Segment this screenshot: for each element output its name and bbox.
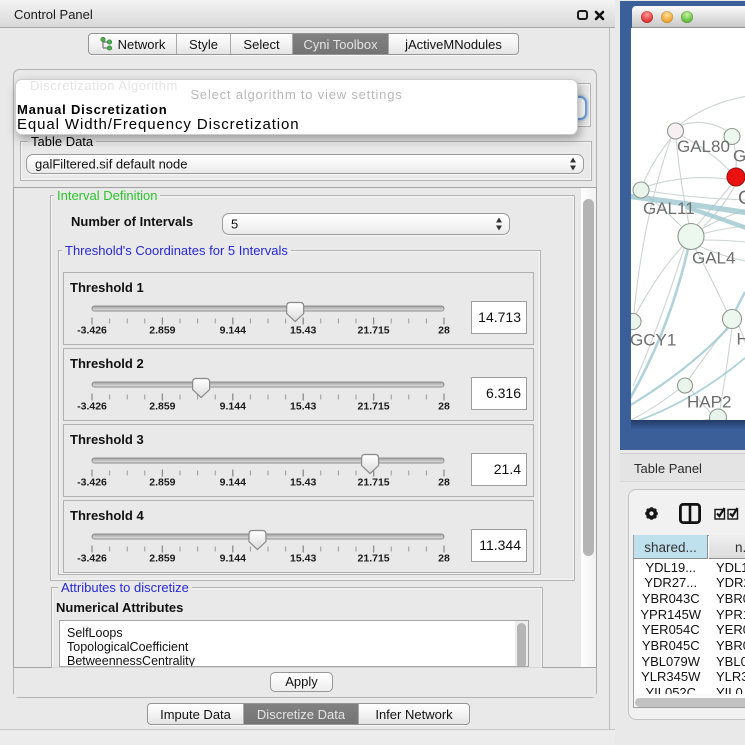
svg-text:H: H <box>737 330 745 349</box>
svg-text:21.715: 21.715 <box>358 401 390 413</box>
svg-text:9.144: 9.144 <box>220 477 246 489</box>
svg-text:28: 28 <box>438 477 450 489</box>
svg-text:28: 28 <box>438 324 450 336</box>
svg-text:GA: GA <box>733 147 745 166</box>
svg-text:2.859: 2.859 <box>149 553 175 565</box>
svg-text:-3.426: -3.426 <box>77 553 107 565</box>
svg-text:9.144: 9.144 <box>220 553 246 565</box>
svg-text:21.715: 21.715 <box>358 324 390 336</box>
svg-text:2.859: 2.859 <box>149 477 175 489</box>
svg-text:9.144: 9.144 <box>220 401 246 413</box>
svg-text:GAL80: GAL80 <box>677 137 730 156</box>
svg-text:21.715: 21.715 <box>358 477 390 489</box>
svg-text:15.43: 15.43 <box>290 401 316 413</box>
svg-text:28: 28 <box>438 553 450 565</box>
svg-text:9.144: 9.144 <box>220 324 246 336</box>
svg-text:2.859: 2.859 <box>149 324 175 336</box>
svg-text:15.43: 15.43 <box>290 553 316 565</box>
svg-text:2.859: 2.859 <box>149 401 175 413</box>
svg-text:GAL4: GAL4 <box>692 249 735 268</box>
svg-text:HAP2: HAP2 <box>687 393 731 412</box>
svg-text:GCY1: GCY1 <box>631 331 676 350</box>
svg-text:15.43: 15.43 <box>290 477 316 489</box>
svg-text:-3.426: -3.426 <box>77 401 107 413</box>
svg-text:21.715: 21.715 <box>358 553 390 565</box>
svg-text:-3.426: -3.426 <box>77 477 107 489</box>
svg-text:-3.426: -3.426 <box>77 324 107 336</box>
svg-text:15.43: 15.43 <box>290 324 316 336</box>
svg-text:GAL11: GAL11 <box>643 199 695 218</box>
svg-text:C: C <box>738 188 745 209</box>
svg-text:28: 28 <box>438 401 450 413</box>
